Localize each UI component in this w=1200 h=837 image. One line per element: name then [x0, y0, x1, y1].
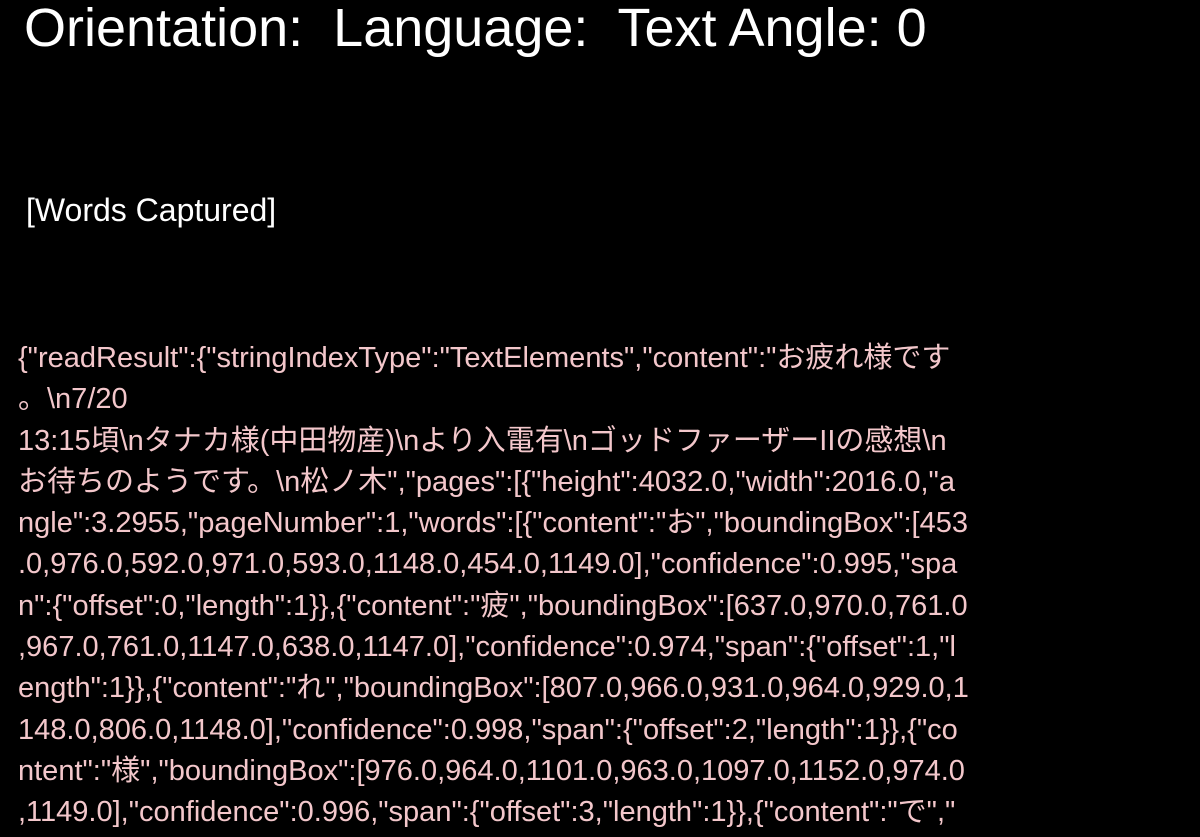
json-output-line: ,1149.0],"confidence":0.996,"span":{"off… [18, 796, 956, 829]
json-output-line: 148.0,806.0,1148.0],"confidence":0.998,"… [18, 713, 958, 746]
json-output-line: .0,976.0,592.0,971.0,593.0,1148.0,454.0,… [18, 548, 958, 581]
orientation-language-angle-header: Orientation: Language: Text Angle: 0 [24, 0, 927, 58]
json-output-line: {"readResult":{"stringIndexType":"TextEl… [18, 342, 951, 374]
json-output-line: ntent":"様","boundingBox":[976.0,964.0,11… [18, 754, 965, 787]
json-output-line: お待ちのようです。\n松ノ木","pages":[{"height":4032.… [18, 465, 955, 498]
ocr-json-output: {"readResult":{"stringIndexType":"TextEl… [18, 338, 1194, 834]
json-output-line: 13:15頃\nタナカ様(中田物産)\nより入電有\nゴッドファーザーIIの感想… [18, 424, 947, 457]
json-output-line: n":{"offset":0,"length":1}},{"content":"… [18, 589, 968, 622]
json-output-line: ength":1}},{"content":"れ","boundingBox":… [18, 672, 969, 705]
words-captured-label: [Words Captured] [26, 192, 277, 228]
json-output-line: ngle":3.2955,"pageNumber":1,"words":[{"c… [18, 507, 968, 540]
json-output-line: ,967.0,761.0,1147.0,638.0,1147.0],"confi… [18, 631, 956, 664]
json-output-line: 。\n7/20 [18, 383, 128, 416]
